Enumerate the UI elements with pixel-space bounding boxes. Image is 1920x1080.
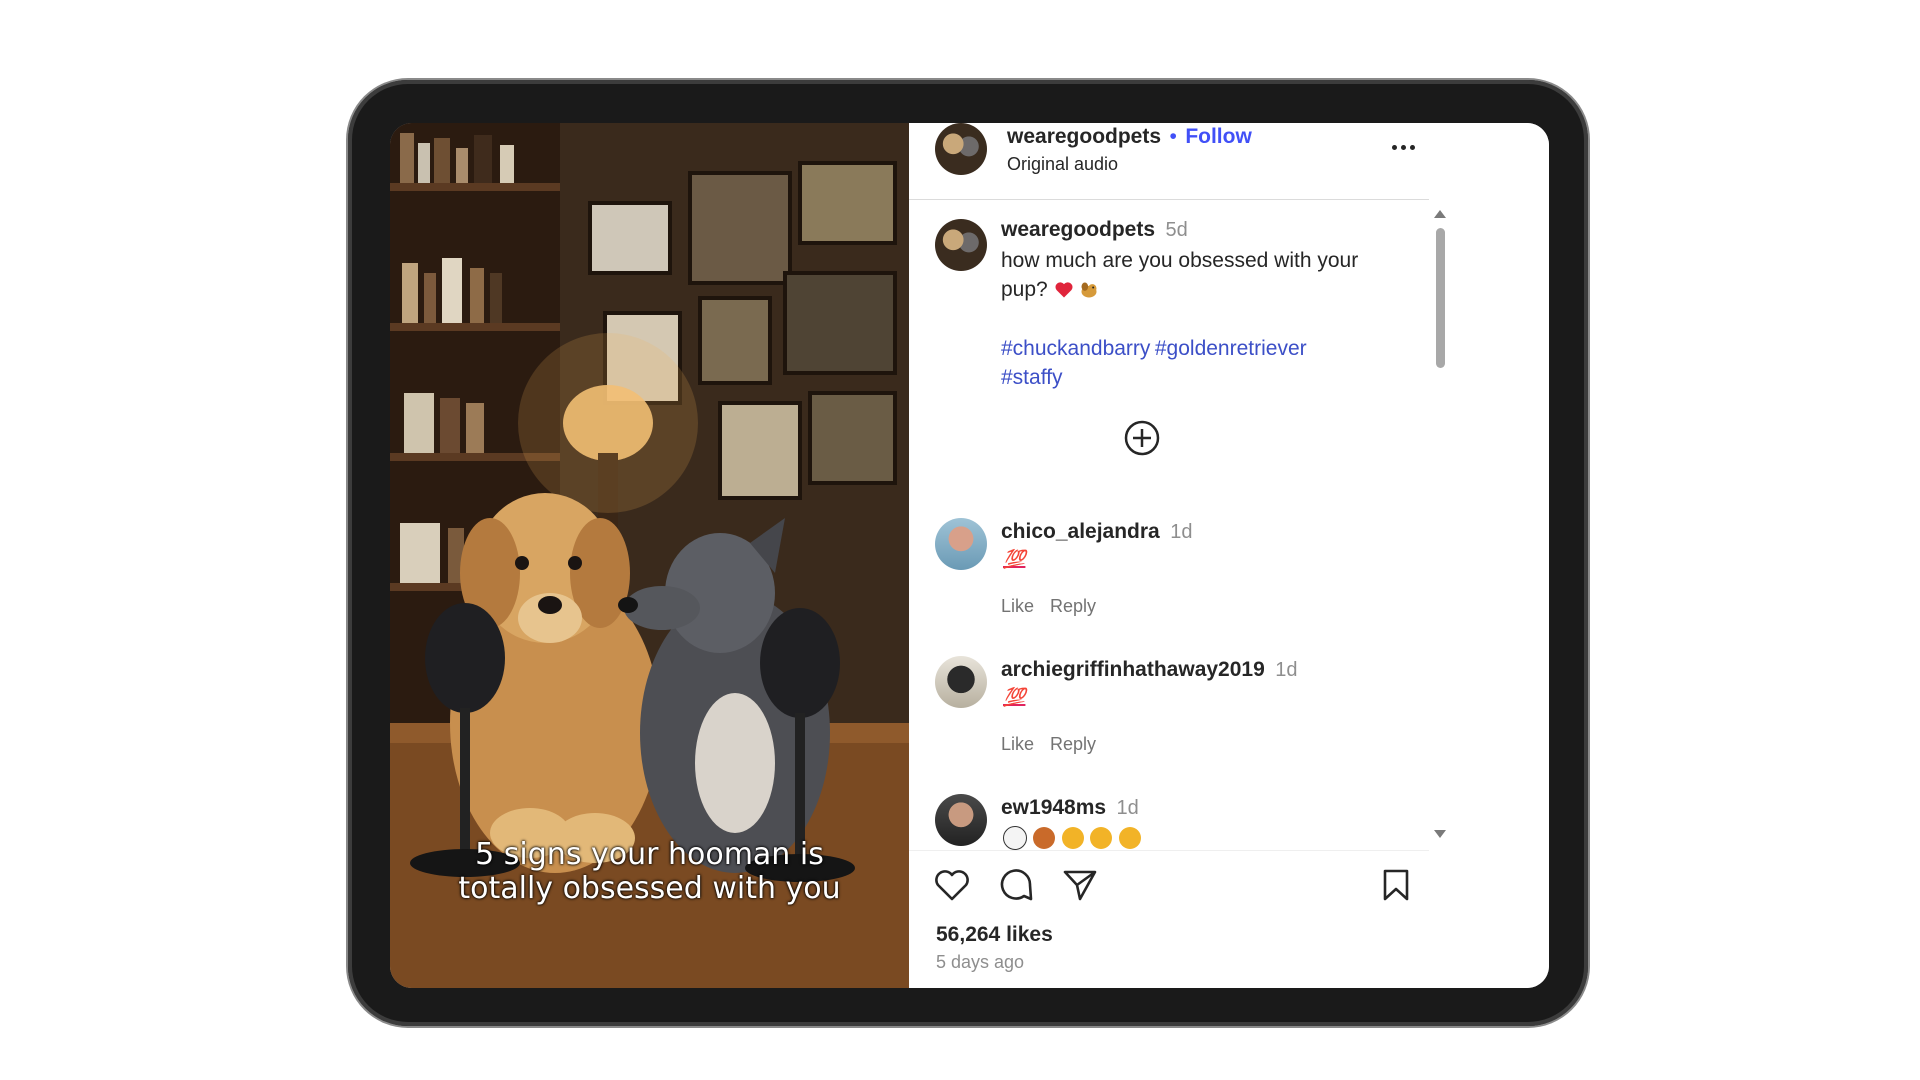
- share-icon[interactable]: [1061, 867, 1099, 903]
- comment-item: archiegriffinhathaway2019 1d: [1001, 658, 1297, 682]
- header-username[interactable]: wearegoodpets: [1007, 125, 1161, 148]
- post-caption: how much are you obsessed with your pup?: [1001, 246, 1401, 304]
- plus-circle-icon[interactable]: [1123, 419, 1161, 457]
- comment-username[interactable]: ew1948ms: [1001, 796, 1106, 819]
- follow-button[interactable]: Follow: [1185, 125, 1252, 148]
- original-audio-link[interactable]: Original audio: [1007, 154, 1118, 175]
- separator-dot: •: [1169, 125, 1177, 148]
- crying-face-emoji-icon: [1090, 827, 1113, 849]
- more-horizontal-icon[interactable]: [1386, 133, 1426, 163]
- post-footer: 56,264 likes 5 days ago: [909, 850, 1429, 988]
- comment-icon[interactable]: [997, 867, 1035, 903]
- comment-actions: Like Reply: [1001, 596, 1112, 617]
- comments-list[interactable]: wearegoodpets 5d how much are you obsess…: [909, 200, 1429, 850]
- commenter-avatar[interactable]: [935, 518, 987, 570]
- scroll-up-icon[interactable]: [1434, 210, 1446, 218]
- scrollbar-thumb[interactable]: [1436, 228, 1445, 368]
- instagram-post-screen: 5 signs your hooman is totally obsessed …: [390, 123, 1549, 988]
- crying-face-emoji-icon: [1118, 827, 1141, 849]
- hashtag-link[interactable]: #staffy: [1001, 366, 1062, 389]
- penguin-emoji-icon: [1003, 826, 1027, 850]
- comment-actions: Like Reply: [1001, 734, 1112, 755]
- scroll-down-icon[interactable]: [1434, 830, 1446, 838]
- caption-line-2: totally obsessed with you: [458, 871, 841, 906]
- hundred-points-emoji: 💯: [1003, 549, 1026, 569]
- comments-scrollbar[interactable]: [1429, 200, 1452, 850]
- post-header: wearegoodpets • Follow Original audio: [909, 123, 1429, 200]
- comment-time: 1d: [1116, 797, 1139, 819]
- post-age: 5 days ago: [936, 952, 1025, 972]
- comment-time: 1d: [1275, 659, 1298, 681]
- comment-item: ew1948ms 1d: [1001, 796, 1139, 820]
- video-caption: 5 signs your hooman is totally obsessed …: [390, 838, 909, 906]
- likes-count[interactable]: 56,264 likes: [936, 923, 1053, 947]
- comment-time: 1d: [1170, 521, 1193, 543]
- person-emoji-icon: [1033, 827, 1056, 849]
- hashtag-link[interactable]: #chuckandbarry: [1001, 337, 1150, 360]
- post-hashtags: #chuckandbarry #goldenretriever #staffy: [1001, 334, 1401, 392]
- hashtag-link[interactable]: #goldenretriever: [1155, 337, 1307, 360]
- comment-username[interactable]: archiegriffinhathaway2019: [1001, 658, 1265, 681]
- comment-item: chico_alejandra 1d: [1001, 520, 1192, 544]
- post-author-avatar[interactable]: [935, 219, 987, 271]
- bookmark-icon[interactable]: [1379, 867, 1413, 903]
- smiling-face-emoji-icon: [1061, 827, 1084, 849]
- comment-username[interactable]: chico_alejandra: [1001, 520, 1160, 543]
- post-video[interactable]: 5 signs your hooman is totally obsessed …: [390, 123, 909, 988]
- reply-comment-button[interactable]: Reply: [1050, 734, 1096, 754]
- post-username[interactable]: wearegoodpets: [1001, 218, 1155, 241]
- empty-area: [1452, 123, 1549, 988]
- post-time: 5d: [1165, 219, 1188, 241]
- like-comment-button[interactable]: Like: [1001, 596, 1034, 616]
- comment-emoji-row: [1003, 826, 1143, 850]
- caption-line-1: 5 signs your hooman is: [475, 837, 824, 872]
- like-comment-button[interactable]: Like: [1001, 734, 1034, 754]
- red-heart-emoji-icon: [1055, 282, 1073, 298]
- dog-emoji-icon: [1081, 282, 1097, 298]
- commenter-avatar[interactable]: [935, 656, 987, 708]
- commenter-avatar[interactable]: [935, 794, 987, 846]
- heart-icon[interactable]: [933, 867, 971, 903]
- author-avatar[interactable]: [935, 123, 987, 175]
- reply-comment-button[interactable]: Reply: [1050, 596, 1096, 616]
- post-side-panel: wearegoodpets • Follow Original audio we…: [909, 123, 1453, 988]
- hundred-points-emoji: 💯: [1003, 687, 1026, 707]
